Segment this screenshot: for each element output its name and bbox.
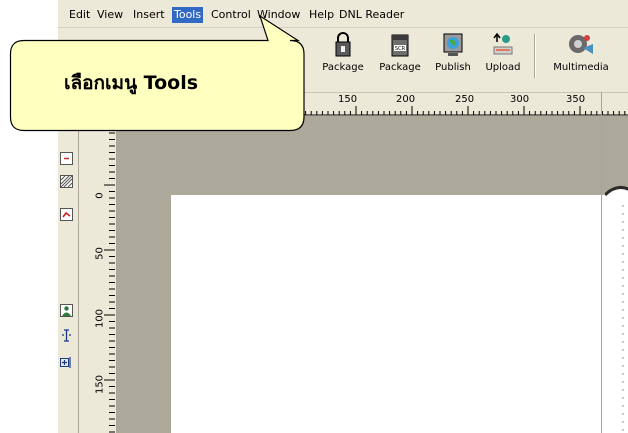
toolbar-label: Multimedia bbox=[553, 62, 609, 73]
ruler-label: 50 bbox=[94, 247, 106, 260]
stage-page[interactable] bbox=[171, 195, 611, 433]
ruler-label: 0 bbox=[94, 192, 106, 199]
callout-text: เลือกเมนู Tools bbox=[64, 72, 199, 94]
toolbar-publish-button[interactable]: Publish bbox=[428, 30, 478, 86]
menu-control[interactable]: Control bbox=[209, 7, 253, 23]
toolbar-package-button[interactable]: Package bbox=[314, 30, 372, 86]
ruler-label: 300 bbox=[510, 94, 530, 105]
menu-help[interactable]: Help bbox=[307, 7, 336, 23]
hatch-box-icon[interactable] bbox=[60, 175, 73, 188]
upload-icon bbox=[493, 32, 513, 55]
red-arrow-box-icon[interactable] bbox=[60, 208, 73, 221]
toolbar-separator bbox=[534, 34, 536, 78]
ruler-label: 150 bbox=[94, 374, 106, 395]
menu-view[interactable]: View bbox=[95, 7, 125, 23]
scorm-package-icon: SCR bbox=[391, 34, 409, 57]
guide-line bbox=[601, 92, 602, 433]
menu-insert[interactable]: Insert bbox=[131, 7, 167, 23]
vertical-ruler: 0 50 100 150 bbox=[92, 116, 117, 433]
page-edge-shadow bbox=[605, 186, 628, 433]
toolbar-label: Package bbox=[379, 62, 421, 73]
text-cursor-icon[interactable] bbox=[60, 329, 73, 342]
person-icon[interactable] bbox=[60, 304, 73, 317]
lock-package-icon bbox=[335, 32, 351, 57]
toolbar-label: Publish bbox=[435, 62, 471, 73]
menu-tools[interactable]: Tools bbox=[172, 7, 204, 23]
toolbar-scorm-package-button[interactable]: SCR Package bbox=[372, 30, 428, 86]
minus-box-icon[interactable] bbox=[60, 152, 73, 165]
menu-dnl-reader[interactable]: DNL Reader bbox=[337, 7, 406, 23]
svg-text:SCR: SCR bbox=[395, 46, 406, 52]
toolbar-label: Package bbox=[322, 62, 364, 73]
ruler-label: 150 bbox=[338, 94, 358, 105]
stage-workspace[interactable] bbox=[117, 117, 628, 433]
ruler-label: 350 bbox=[566, 94, 586, 105]
plus-cursor-icon[interactable] bbox=[60, 356, 73, 369]
ruler-label: 200 bbox=[396, 94, 416, 105]
menu-bar: Edit View Insert Tools Control Window He… bbox=[58, 0, 628, 28]
menu-edit[interactable]: Edit bbox=[67, 7, 92, 23]
left-tool-strip bbox=[58, 116, 79, 433]
ruler-label: 100 bbox=[94, 308, 106, 329]
multimedia-icon bbox=[569, 35, 593, 54]
toolbar-multimedia-button[interactable]: Multimedia bbox=[540, 30, 622, 86]
publish-globe-icon bbox=[443, 33, 463, 56]
toolbar-label: Upload bbox=[485, 62, 521, 73]
ruler-label: 250 bbox=[455, 94, 475, 105]
toolbar-upload-button[interactable]: Upload bbox=[478, 30, 528, 86]
